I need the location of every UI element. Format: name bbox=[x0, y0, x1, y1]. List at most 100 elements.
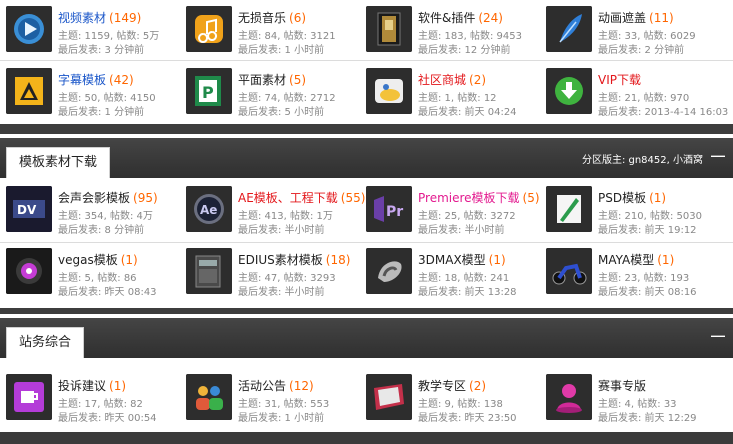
forum-title[interactable]: 活动公告 (12) bbox=[238, 377, 314, 394]
forum-title[interactable]: MAYA模型 (1) bbox=[598, 251, 674, 268]
forum-last-post[interactable]: 最后发表: 昨天 23:50 bbox=[418, 409, 517, 424]
forum-item[interactable]: 3DMAX模型 (1) 主题: 18, 帖数: 241 最后发表: 前天 13:28 bbox=[360, 242, 540, 304]
feather-icon[interactable] bbox=[546, 6, 592, 52]
forum-name-link[interactable]: vegas模板 bbox=[58, 253, 118, 267]
section-moderators[interactable]: 分区版主: gn8452, 小酒窝 bbox=[582, 151, 703, 166]
forum-title[interactable]: 字幕模板 (42) bbox=[58, 71, 134, 88]
forum-title[interactable]: 3DMAX模型 (1) bbox=[418, 251, 506, 268]
forum-item[interactable]: 动画遮盖 (11) 主题: 33, 帖数: 6029 最后发表: 2 分钟前 bbox=[540, 0, 720, 62]
forum-name-link[interactable]: 3DMAX模型 bbox=[418, 253, 486, 267]
collapse-icon[interactable]: — bbox=[711, 327, 725, 343]
forum-title[interactable]: 无损音乐 (6) bbox=[238, 9, 306, 26]
section-title-tab[interactable]: 站务综合 bbox=[6, 327, 85, 358]
forum-name-link[interactable]: AE模板、工程下载 bbox=[238, 191, 338, 205]
forum-last-post[interactable]: 最后发表: 8 分钟前 bbox=[58, 221, 144, 236]
book-icon[interactable] bbox=[366, 374, 412, 420]
forum-name-link[interactable]: PSD模板 bbox=[598, 191, 646, 205]
video-play-icon[interactable] bbox=[6, 6, 52, 52]
shop-icon[interactable] bbox=[366, 68, 412, 114]
forum-item[interactable]: 社区商城 (2) 主题: 1, 帖数: 12 最后发表: 前天 04:24 bbox=[360, 62, 540, 124]
forum-last-post[interactable]: 最后发表: 半小时前 bbox=[418, 221, 505, 236]
forum-last-post[interactable]: 最后发表: 前天 08:16 bbox=[598, 283, 697, 298]
ae-icon[interactable]: Ae bbox=[186, 186, 232, 232]
forum-item[interactable]: 投诉建议 (1) 主题: 17, 帖数: 82 最后发表: 昨天 00:54 bbox=[0, 368, 180, 430]
forum-item[interactable]: 赛事专版 主题: 4, 帖数: 33 最后发表: 前天 12:29 bbox=[540, 368, 720, 430]
forum-title[interactable]: vegas模板 (1) bbox=[58, 251, 138, 268]
forum-title[interactable]: VIP下载 bbox=[598, 71, 644, 88]
forum-last-post[interactable]: 最后发表: 3 分钟前 bbox=[58, 41, 144, 56]
forum-last-post[interactable]: 最后发表: 2013-4-14 16:03 bbox=[598, 103, 728, 118]
forum-title[interactable]: 会声会影模板 (95) bbox=[58, 189, 158, 206]
people-icon[interactable] bbox=[186, 374, 232, 420]
forum-last-post[interactable]: 最后发表: 前天 13:28 bbox=[418, 283, 517, 298]
forum-name-link[interactable]: EDIUS素材模板 bbox=[238, 253, 323, 267]
forum-name-link[interactable]: 教学专区 bbox=[418, 379, 466, 393]
forum-name-link[interactable]: Premiere模板下载 bbox=[418, 191, 520, 205]
music-icon[interactable] bbox=[186, 6, 232, 52]
forum-name-link[interactable]: MAYA模型 bbox=[598, 253, 654, 267]
forum-last-post[interactable]: 最后发表: 2 分钟前 bbox=[598, 41, 684, 56]
download-icon[interactable] bbox=[546, 68, 592, 114]
psd-icon[interactable] bbox=[546, 186, 592, 232]
forum-name-link[interactable]: 投诉建议 bbox=[58, 379, 106, 393]
forum-item[interactable]: 活动公告 (12) 主题: 31, 帖数: 553 最后发表: 1 小时前 bbox=[180, 368, 360, 430]
forum-last-post[interactable]: 最后发表: 半小时前 bbox=[238, 283, 325, 298]
forum-name-link[interactable]: 活动公告 bbox=[238, 379, 286, 393]
forum-item[interactable]: Pr Premiere模板下载 (5) 主题: 25, 帖数: 3272 最后发表: 半… bbox=[360, 180, 540, 242]
forum-last-post[interactable]: 最后发表: 5 小时前 bbox=[238, 103, 324, 118]
forum-name-link[interactable]: 社区商城 bbox=[418, 73, 466, 87]
3dmax-icon[interactable] bbox=[366, 248, 412, 294]
forum-title[interactable]: AE模板、工程下载 (55) bbox=[238, 189, 365, 206]
forum-title[interactable]: 社区商城 (2) bbox=[418, 71, 486, 88]
collapse-icon[interactable]: — bbox=[711, 147, 725, 163]
forum-name-link[interactable]: 平面素材 bbox=[238, 73, 286, 87]
forum-item[interactable]: PSD模板 (1) 主题: 210, 帖数: 5030 最后发表: 前天 19:12 bbox=[540, 180, 720, 242]
forum-item[interactable]: DV 会声会影模板 (95) 主题: 354, 帖数: 4万 最后发表: 8 分钟前 bbox=[0, 180, 180, 242]
forum-name-link[interactable]: 字幕模板 bbox=[58, 73, 106, 87]
motorbike-icon[interactable] bbox=[546, 248, 592, 294]
forum-last-post[interactable]: 最后发表: 前天 12:29 bbox=[598, 409, 697, 424]
subtitle-icon[interactable] bbox=[6, 68, 52, 114]
forum-name-link[interactable]: 会声会影模板 bbox=[58, 191, 130, 205]
vegas-icon[interactable] bbox=[6, 248, 52, 294]
forum-last-post[interactable]: 最后发表: 昨天 08:43 bbox=[58, 283, 157, 298]
forum-last-post[interactable]: 最后发表: 前天 19:12 bbox=[598, 221, 697, 236]
forum-last-post[interactable]: 最后发表: 12 分钟前 bbox=[418, 41, 510, 56]
forum-title[interactable]: EDIUS素材模板 (18) bbox=[238, 251, 350, 268]
forum-title[interactable]: 平面素材 (5) bbox=[238, 71, 306, 88]
forum-last-post[interactable]: 最后发表: 1 小时前 bbox=[238, 41, 324, 56]
forum-last-post[interactable]: 最后发表: 前天 04:24 bbox=[418, 103, 517, 118]
forum-title[interactable]: 教学专区 (2) bbox=[418, 377, 486, 394]
forum-item[interactable]: 字幕模板 (42) 主题: 50, 帖数: 4150 最后发表: 1 分钟前 bbox=[0, 62, 180, 124]
forum-item[interactable]: 软件&插件 (24) 主题: 183, 帖数: 9453 最后发表: 12 分钟前 bbox=[360, 0, 540, 62]
section-title-tab[interactable]: 模板素材下载 bbox=[6, 147, 111, 178]
forum-last-post[interactable]: 最后发表: 1 小时前 bbox=[238, 409, 324, 424]
forum-name-link[interactable]: 无损音乐 bbox=[238, 11, 286, 25]
forum-last-post[interactable]: 最后发表: 1 分钟前 bbox=[58, 103, 144, 118]
forum-item[interactable]: MAYA模型 (1) 主题: 23, 帖数: 193 最后发表: 前天 08:16 bbox=[540, 242, 720, 304]
forum-title[interactable]: PSD模板 (1) bbox=[598, 189, 666, 206]
forum-item[interactable]: EDIUS素材模板 (18) 主题: 47, 帖数: 3293 最后发表: 半小时前 bbox=[180, 242, 360, 304]
forum-item[interactable]: VIP下载 主题: 21, 帖数: 970 最后发表: 2013-4-14 16:0… bbox=[540, 62, 728, 124]
forum-name-link[interactable]: 赛事专版 bbox=[598, 379, 646, 393]
forum-item[interactable]: vegas模板 (1) 主题: 5, 帖数: 86 最后发表: 昨天 08:43 bbox=[0, 242, 180, 304]
dv-icon[interactable]: DV bbox=[6, 186, 52, 232]
edius-icon[interactable] bbox=[186, 248, 232, 294]
forum-last-post[interactable]: 最后发表: 半小时前 bbox=[238, 221, 325, 236]
forum-item[interactable]: 教学专区 (2) 主题: 9, 帖数: 138 最后发表: 昨天 23:50 bbox=[360, 368, 540, 430]
forum-last-post[interactable]: 最后发表: 昨天 00:54 bbox=[58, 409, 157, 424]
forum-title[interactable]: 软件&插件 (24) bbox=[418, 9, 503, 26]
forum-title[interactable]: 投诉建议 (1) bbox=[58, 377, 126, 394]
premiere-icon[interactable]: Pr bbox=[366, 186, 412, 232]
forum-name-link[interactable]: 软件&插件 bbox=[418, 11, 475, 25]
cup-icon[interactable] bbox=[6, 374, 52, 420]
forum-title[interactable]: Premiere模板下载 (5) bbox=[418, 189, 540, 206]
forum-item[interactable]: 无损音乐 (6) 主题: 84, 帖数: 3121 最后发表: 1 小时前 bbox=[180, 0, 360, 62]
forum-item[interactable]: 视频素材 (149) 主题: 1159, 帖数: 5万 最后发表: 3 分钟前 bbox=[0, 0, 180, 62]
forum-title[interactable]: 视频素材 (149) bbox=[58, 9, 141, 26]
forum-name-link[interactable]: 视频素材 bbox=[58, 11, 106, 25]
forum-item[interactable]: P 平面素材 (5) 主题: 74, 帖数: 2712 最后发表: 5 小时前 bbox=[180, 62, 360, 124]
forum-item[interactable]: Ae AE模板、工程下载 (55) 主题: 413, 帖数: 1万 最后发表: 半小时前 bbox=[180, 180, 365, 242]
forum-name-link[interactable]: 动画遮盖 bbox=[598, 11, 646, 25]
forum-name-link[interactable]: VIP下载 bbox=[598, 73, 641, 87]
